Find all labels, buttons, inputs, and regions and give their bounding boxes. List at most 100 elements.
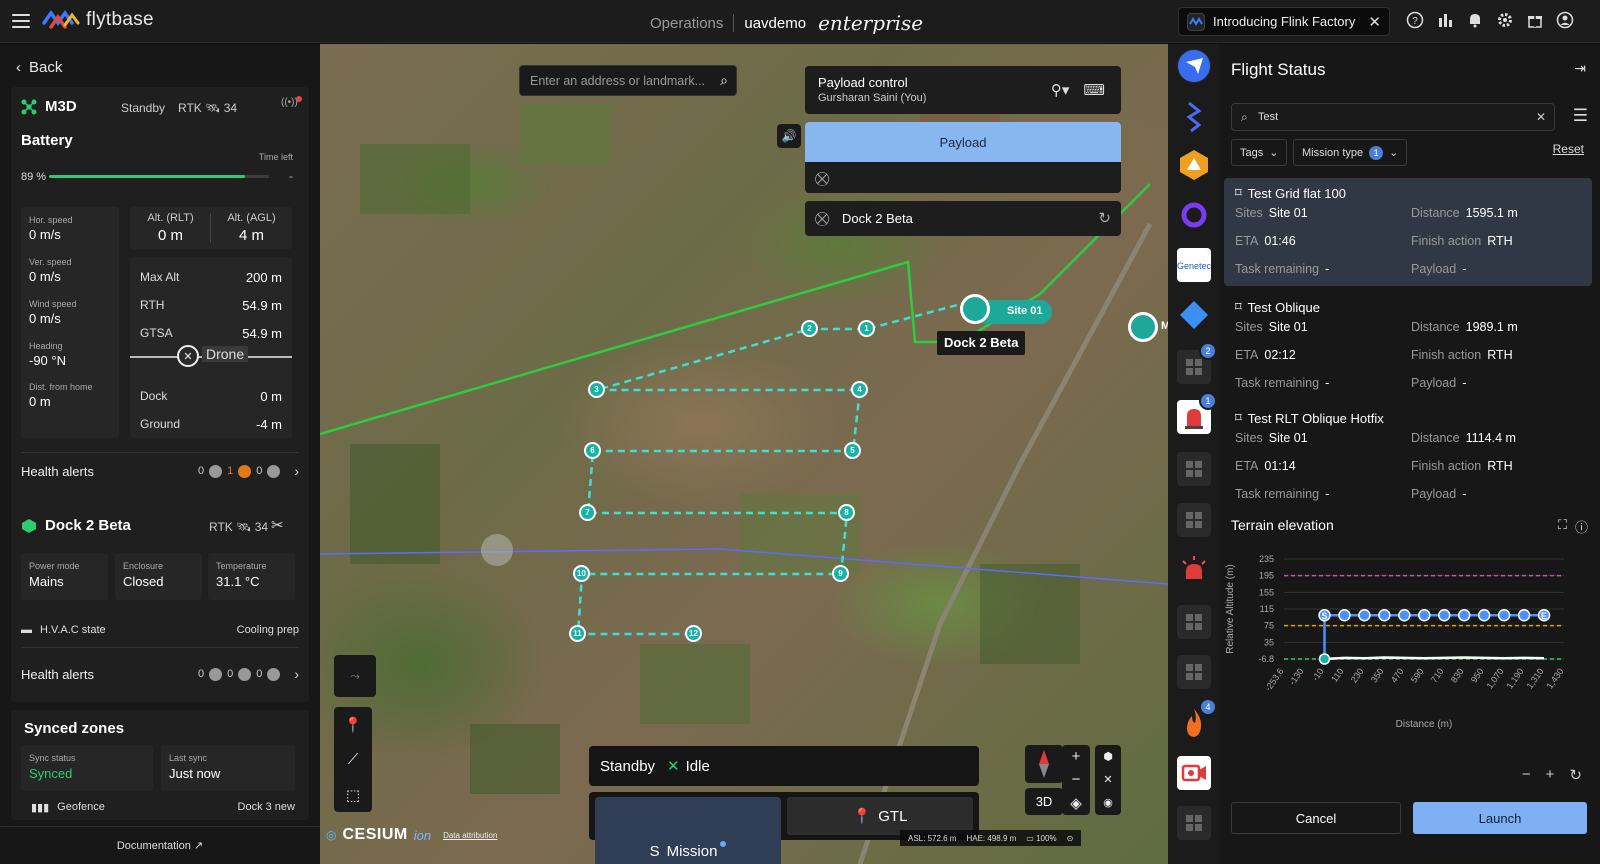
- line-tool-icon[interactable]: ⟋: [334, 742, 372, 777]
- waypoint-12[interactable]: 12: [685, 625, 702, 642]
- measure-tool-icon[interactable]: ⤳: [334, 655, 376, 697]
- integration-icon-1[interactable]: [1177, 99, 1211, 133]
- announcement-banner[interactable]: Introducing Flink Factory ✕: [1178, 7, 1390, 36]
- refresh-icon[interactable]: ↻: [1098, 209, 1111, 227]
- pin-tool-icon[interactable]: 📍: [334, 707, 372, 742]
- speaker-icon[interactable]: 🔊: [777, 124, 801, 148]
- help-icon[interactable]: ⓘ: [1575, 517, 1588, 536]
- waypoint-3[interactable]: 3: [588, 381, 605, 398]
- close-icon[interactable]: ✕: [1368, 13, 1381, 31]
- cesium-credit: ◎ CESIUM ion Data attribution: [326, 826, 497, 844]
- account-icon[interactable]: [1555, 10, 1574, 29]
- waypoint-1[interactable]: 1: [858, 320, 875, 337]
- zoom-out-icon[interactable]: −: [1062, 768, 1090, 791]
- tags-filter[interactable]: Tags ⌄: [1231, 139, 1288, 166]
- alarm-icon[interactable]: 1: [1177, 392, 1217, 434]
- drone-icon[interactable]: ✕: [177, 345, 199, 367]
- launch-button[interactable]: Launch: [1413, 802, 1587, 834]
- widget-icon-2[interactable]: [1177, 452, 1211, 486]
- keyboard-icon[interactable]: ⌨: [1083, 81, 1105, 99]
- cancel-button[interactable]: Cancel: [1231, 802, 1401, 834]
- collapse-panel-icon[interactable]: ⇥: [1574, 60, 1586, 77]
- map-pin-icon[interactable]: [1128, 312, 1158, 342]
- altitude-readout: ASL: 572.6 m HAE: 498.9 m ▭ 100% ⊙: [900, 830, 1082, 846]
- waypoint-4[interactable]: 4: [851, 381, 868, 398]
- org-name[interactable]: uavdemo: [744, 15, 806, 32]
- 3d-view-button[interactable]: 3D: [1025, 788, 1063, 815]
- altitude-slider[interactable]: ✕ Drone: [130, 345, 292, 367]
- mission-item[interactable]: ⌑ Test Oblique Sites Site 01 Distance 1989.…: [1224, 292, 1592, 400]
- integration-icon-3[interactable]: [1177, 198, 1211, 232]
- logo[interactable]: flytbase: [42, 9, 154, 31]
- mission-distance: Distance 1114.4 m: [1411, 431, 1516, 445]
- data-attribution-link[interactable]: Data attribution: [443, 831, 497, 840]
- hae-readout: HAE: 498.9 m: [966, 833, 1017, 843]
- dock-health-alerts[interactable]: Health alerts 0 0 0 ›: [21, 666, 299, 682]
- payload-button[interactable]: Payload: [805, 122, 1121, 162]
- dock-map-label[interactable]: Dock 2 Beta: [937, 331, 1026, 355]
- waypoint-7[interactable]: 7: [579, 504, 596, 521]
- mission-payload: Payload -: [1411, 376, 1467, 390]
- time-left-value: -: [289, 169, 293, 183]
- widget-icon-6[interactable]: [1177, 806, 1211, 840]
- search-icon[interactable]: ⌕: [720, 72, 728, 89]
- waypoint-8[interactable]: 8: [838, 504, 855, 521]
- camera-off-icon[interactable]: ⛒: [815, 210, 829, 227]
- chevron-left-icon: ‹: [16, 59, 21, 76]
- back-button[interactable]: ‹ Back: [16, 59, 62, 76]
- target-icon[interactable]: ◉: [1095, 791, 1121, 814]
- zoom-in-icon[interactable]: +: [1062, 745, 1090, 768]
- integration-icon-2[interactable]: [1177, 148, 1211, 182]
- widget-icon-4[interactable]: [1177, 605, 1211, 639]
- nav-operations[interactable]: Operations: [650, 15, 723, 32]
- address-search[interactable]: Enter an address or landmark... ⌕: [519, 65, 737, 96]
- mission-mode-button[interactable]: S Mission: [595, 797, 781, 864]
- widget-icon-5[interactable]: [1177, 655, 1211, 689]
- filter-sliders-icon[interactable]: ☰: [1573, 106, 1588, 126]
- widget-icon-1[interactable]: 2: [1177, 342, 1217, 384]
- widget-icon-3[interactable]: [1177, 503, 1211, 537]
- layers-icon[interactable]: ◈: [1062, 791, 1090, 814]
- mission-type-filter[interactable]: Mission type 1 ⌄: [1293, 139, 1408, 166]
- bell-icon[interactable]: [1465, 10, 1484, 29]
- drone-health-alerts[interactable]: Health alerts 0 1 0 ›: [21, 463, 299, 479]
- gear-icon[interactable]: [1495, 10, 1514, 29]
- waypoint-9[interactable]: 9: [832, 565, 849, 582]
- polygon-tool-icon[interactable]: ⬚: [334, 777, 372, 812]
- record-icon[interactable]: [1177, 756, 1211, 790]
- genetec-icon[interactable]: Genetec: [1177, 248, 1212, 282]
- analytics-icon[interactable]: [1435, 10, 1454, 29]
- tools-icon[interactable]: ✂: [271, 516, 284, 534]
- compass-icon[interactable]: [1025, 745, 1063, 783]
- waypoint-2[interactable]: 2: [801, 320, 818, 337]
- fullscreen-icon[interactable]: ⛶: [1558, 517, 1567, 536]
- mission-item[interactable]: ⌑ Test RLT Oblique Hotfix Sites Site 01 Di…: [1224, 403, 1592, 511]
- diamond-icon[interactable]: [1177, 298, 1211, 332]
- waypoint-6[interactable]: 6: [584, 442, 601, 459]
- camera-off-icon[interactable]: ⛒: [815, 170, 829, 187]
- geofence-row[interactable]: ▮▮▮ Geofence Dock 3 new: [31, 801, 295, 814]
- map-view[interactable]: 1 2 3 4 5 6 7 8 9 10 11 12 Site 01 M Doc…: [320, 44, 1168, 864]
- clear-search-icon[interactable]: ✕: [1536, 110, 1546, 124]
- siren-icon[interactable]: [1177, 553, 1211, 587]
- joystick-icon[interactable]: ⚲▾: [1051, 81, 1070, 99]
- mission-item[interactable]: ⌑ Test Grid flat 100 Sites Site 01 Distanc…: [1224, 178, 1592, 286]
- reset-zoom-icon[interactable]: ↻: [1569, 766, 1582, 784]
- documentation-link[interactable]: Documentation ↗: [0, 826, 320, 864]
- site-pin-icon[interactable]: [960, 294, 990, 324]
- waypoint-11[interactable]: 11: [569, 625, 586, 642]
- zoom-out-icon[interactable]: −: [1522, 766, 1531, 784]
- cube-icon[interactable]: ⬢: [1095, 745, 1121, 768]
- help-icon[interactable]: ?: [1405, 10, 1424, 29]
- gift-icon[interactable]: [1525, 10, 1544, 29]
- mission-search-input[interactable]: ⌕ Test ✕: [1231, 103, 1555, 131]
- drone-locate-icon[interactable]: ✕: [1095, 768, 1121, 791]
- waypoint-10[interactable]: 10: [573, 565, 590, 582]
- reset-filters-link[interactable]: Reset: [1553, 142, 1584, 156]
- waypoint-5[interactable]: 5: [844, 442, 861, 459]
- zoom-in-icon[interactable]: +: [1546, 766, 1555, 784]
- drone-state: Standby: [121, 101, 166, 115]
- menu-icon[interactable]: [12, 14, 30, 28]
- flight-status-icon[interactable]: [1177, 49, 1211, 83]
- fire-icon[interactable]: 4: [1177, 698, 1217, 740]
